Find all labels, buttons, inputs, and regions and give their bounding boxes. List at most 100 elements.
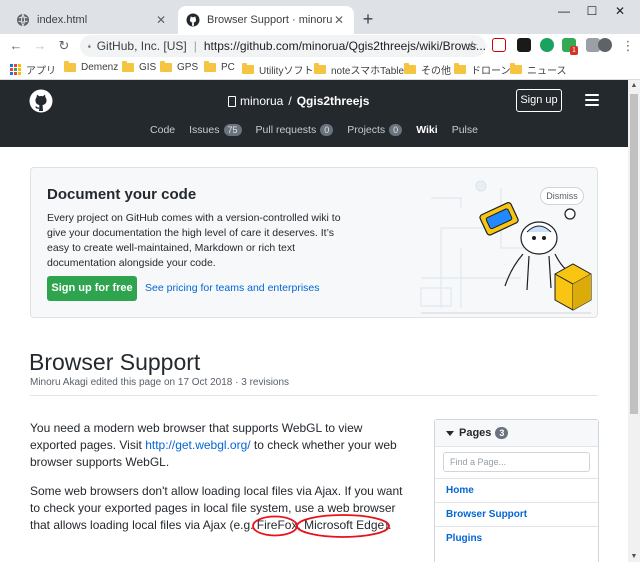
bookmark-label: その他 — [421, 66, 451, 77]
profile-avatar-icon[interactable] — [598, 38, 612, 52]
folder-icon — [404, 63, 416, 74]
signup-free-button[interactable]: Sign up for free — [47, 276, 137, 301]
address-bar[interactable]: GitHub, Inc. [US] | https://github.com/m… — [80, 35, 486, 57]
webgl-link[interactable]: http://get.webgl.org/ — [145, 438, 250, 452]
pages-header[interactable]: Pages 3 — [435, 420, 598, 447]
paragraph-local-files: Some web browsers don't allow loading lo… — [30, 483, 410, 538]
breadcrumb-separator: / — [288, 94, 292, 108]
pr-count-badge: 0 — [320, 124, 334, 136]
issues-count-badge: 75 — [223, 124, 242, 136]
repo-nav-issues[interactable]: Issues 75 — [189, 124, 242, 136]
repo-name-link[interactable]: Qgis2threejs — [297, 94, 370, 108]
bookmark-apps[interactable]: アプリ — [10, 62, 56, 77]
folder-icon — [64, 61, 76, 72]
page-link-browser-support[interactable]: Browser Support — [435, 502, 598, 526]
folder-icon — [204, 61, 216, 72]
repo-nav-pulse[interactable]: Pulse — [452, 124, 478, 136]
bookmark-label: Utilityソフト — [259, 66, 314, 77]
page-meta: Minoru Akagi edited this page on 17 Oct … — [30, 377, 290, 388]
firefox-text: FireFox — [251, 515, 298, 537]
repo-nav: Code Issues 75 Pull requests 0 Projects 0 W… — [0, 124, 628, 136]
tab-close-icon[interactable]: ✕ — [154, 13, 168, 27]
bookmark-folder[interactable]: ニュース — [510, 62, 567, 77]
edge-text: Microsoft Edge — [296, 514, 391, 538]
nav-label: Issues — [189, 124, 220, 136]
tab-browser-support[interactable]: Browser Support · minorua/Qgis2threejs ✕ — [178, 6, 354, 34]
bookmark-folder[interactable]: GIS — [122, 61, 157, 73]
bookmark-folder[interactable]: その他 — [404, 62, 451, 77]
tab-strip: index.html ✕ Browser Support · minorua/Q… — [0, 0, 640, 34]
scroll-up-icon[interactable]: ▲ — [628, 82, 640, 89]
red-annotation-circle — [296, 514, 391, 538]
repo-nav-wiki[interactable]: Wiki — [416, 124, 438, 136]
bookmark-label: GPS — [177, 62, 199, 73]
page-link-home[interactable]: Home — [435, 478, 598, 502]
hamburger-menu-icon[interactable] — [585, 94, 599, 106]
bookmark-label: アプリ — [26, 66, 56, 77]
bookmark-folder[interactable]: noteスマホTablet — [314, 62, 407, 77]
scrollbar-thumb[interactable] — [630, 94, 638, 414]
github-header: minorua / Qgis2threejs Sign up Code Issu… — [0, 80, 628, 147]
bookmark-label: noteスマホTablet — [331, 66, 407, 77]
pdf-extension-icon[interactable] — [492, 38, 506, 52]
bookmark-folder[interactable]: ドローン — [454, 62, 511, 77]
tab-title: index.html — [37, 14, 88, 26]
bookmark-label: Demenz — [81, 62, 119, 73]
apps-grid-icon — [10, 64, 21, 75]
page-link-plugins[interactable]: Plugins — [435, 526, 598, 550]
page-scrollbar[interactable]: ▲ ▼ — [628, 80, 640, 562]
repo-nav-code[interactable]: Code — [150, 124, 175, 136]
reload-icon[interactable]: ↻ — [56, 38, 72, 54]
collapse-triangle-icon — [446, 430, 454, 436]
bookmark-label: ドローン — [471, 66, 511, 77]
forward-icon[interactable]: → — [32, 38, 48, 54]
dark-extension-icon[interactable] — [517, 38, 531, 52]
new-tab-icon[interactable]: + — [358, 9, 378, 30]
wiki-promo-banner: Document your code Every project on GitH… — [30, 167, 598, 318]
globe-icon — [17, 13, 29, 27]
bookmark-folder[interactable]: GPS — [160, 61, 199, 73]
promo-body: Every project on GitHub comes with a ver… — [47, 212, 341, 269]
lock-icon — [88, 44, 91, 48]
pricing-link[interactable]: See pricing for teams and enterprises — [145, 282, 320, 294]
github-icon — [186, 13, 200, 27]
folder-icon — [510, 63, 522, 74]
tab-close-icon[interactable]: ✕ — [332, 13, 346, 27]
folder-icon — [454, 63, 466, 74]
folder-icon — [122, 61, 134, 72]
repo-owner-link[interactable]: minorua — [240, 94, 283, 108]
page-title: Browser Support — [29, 349, 201, 375]
folder-icon — [160, 61, 172, 72]
chrome-menu-icon[interactable]: ⋮ — [620, 38, 636, 54]
tab-index-html[interactable]: index.html ✕ — [8, 6, 176, 34]
browser-toolbar: ← → ↻ GitHub, Inc. [US] | https://github… — [0, 34, 640, 58]
dismiss-button[interactable]: Dismiss — [540, 187, 584, 205]
repo-book-icon — [228, 95, 236, 107]
bookmark-folder[interactable]: Utilityソフト — [242, 62, 313, 77]
bookmarks-bar: アプリ Demenz GIS GPS PC Utilityソフト noteスマホ… — [0, 58, 640, 80]
scroll-down-icon[interactable]: ▼ — [628, 553, 640, 560]
nav-label: Pulse — [451, 124, 478, 136]
window-close-icon[interactable]: ✕ — [606, 4, 634, 18]
minimize-icon[interactable]: — — [550, 4, 578, 18]
pages-list: Home Browser Support Plugins — [435, 478, 598, 550]
bookmark-folder[interactable]: Demenz — [64, 61, 119, 73]
nav-label: Code — [150, 124, 176, 136]
bookmark-star-icon[interactable]: ☆ — [466, 38, 478, 54]
certificate-org: GitHub, Inc. [US] — [96, 39, 187, 53]
bookmark-folder[interactable]: PC — [204, 61, 235, 73]
bookmark-label: PC — [221, 62, 235, 73]
bookmark-label: GIS — [139, 62, 157, 73]
repo-nav-projects[interactable]: Projects 0 — [347, 124, 403, 136]
pages-sidebar: Pages 3 Find a Page... Home Browser Supp… — [434, 419, 599, 562]
maximize-icon[interactable]: ☐ — [578, 4, 606, 18]
find-page-input[interactable]: Find a Page... — [443, 452, 590, 472]
repo-nav-pull-requests[interactable]: Pull requests 0 — [256, 124, 334, 136]
github-logo-icon[interactable] — [29, 89, 53, 113]
address-separator: | — [193, 39, 197, 53]
grammarly-extension-icon[interactable] — [540, 38, 554, 52]
title-divider — [30, 395, 598, 396]
header-signup-button[interactable]: Sign up — [516, 89, 562, 112]
pages-title: Pages — [459, 427, 492, 439]
back-icon[interactable]: ← — [8, 38, 24, 54]
